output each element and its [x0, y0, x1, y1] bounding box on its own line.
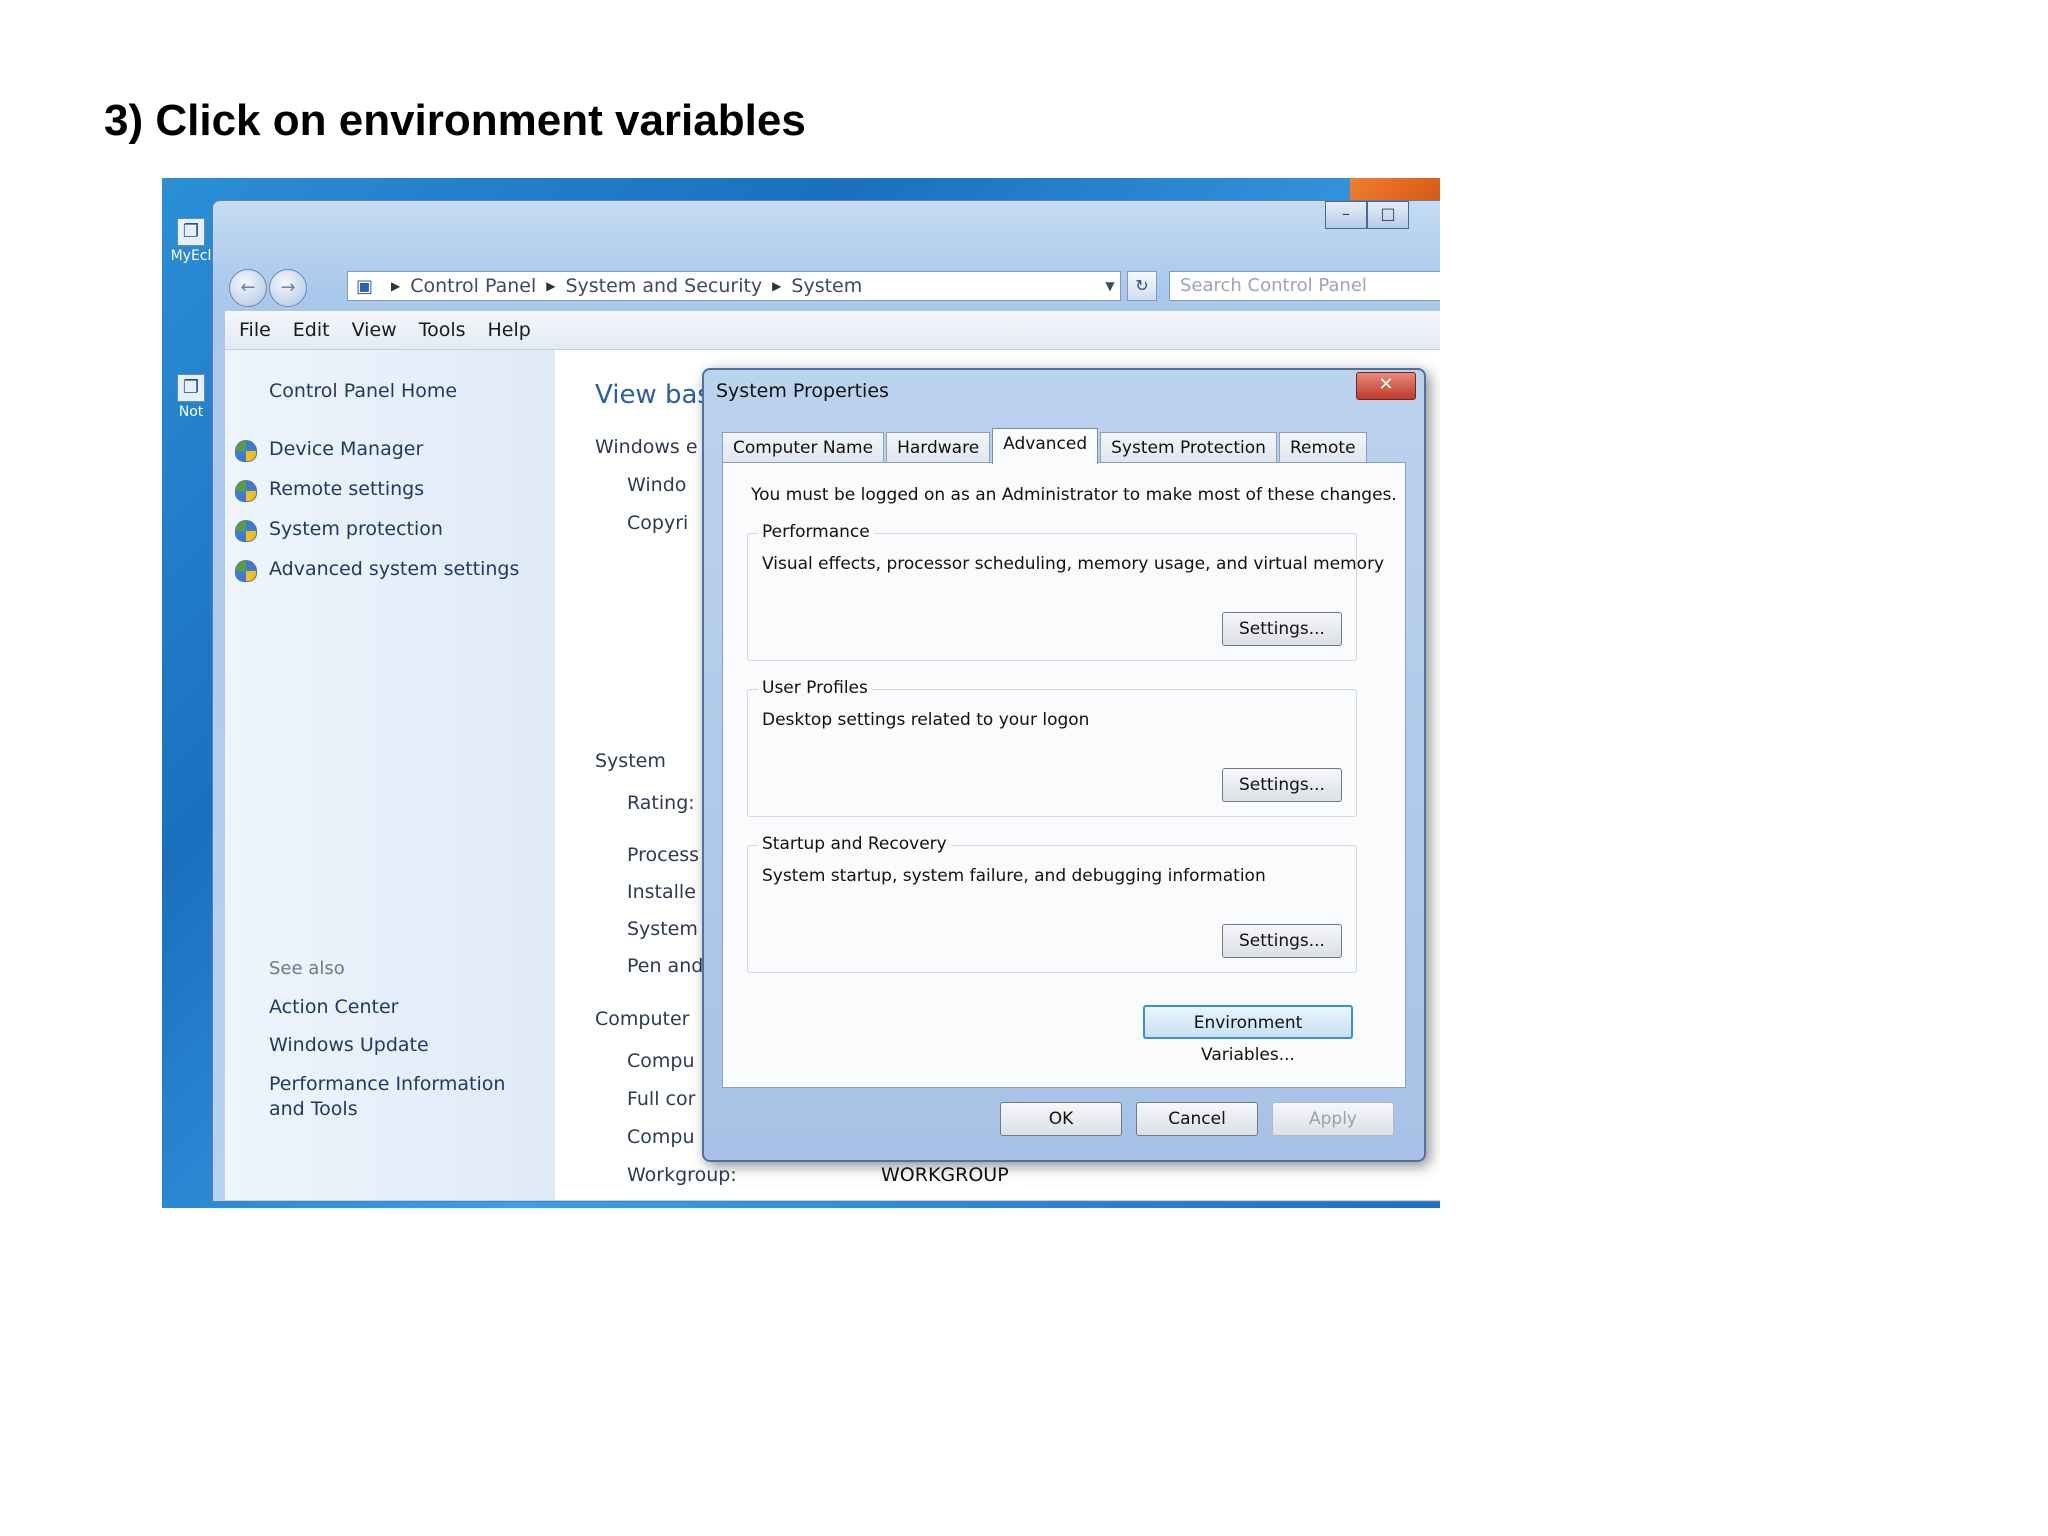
computer-line: Compu [627, 1050, 695, 1072]
minimize-button[interactable]: – [1325, 201, 1367, 229]
page-heading: 3) Click on environment variables [104, 96, 806, 145]
environment-variables-button[interactable]: Environment Variables... [1143, 1005, 1353, 1065]
user-profiles-group: User Profiles Desktop settings related t… [747, 678, 1357, 817]
user-profiles-settings-button[interactable]: Settings... [1222, 768, 1342, 802]
refresh-icon: ↻ [1135, 276, 1149, 295]
cancel-button[interactable]: Cancel [1136, 1102, 1258, 1136]
forward-button[interactable]: → [269, 269, 307, 307]
system-heading: System [595, 750, 666, 772]
shield-icon [235, 440, 257, 462]
shortcut-icon: ❐ [177, 374, 205, 402]
tab-hardware[interactable]: Hardware [886, 432, 991, 464]
back-arrow-icon: ← [240, 277, 256, 298]
main-title: View bas [595, 380, 711, 410]
workgroup-value: WORKGROUP [881, 1164, 1009, 1186]
shield-icon [235, 560, 257, 582]
menu-bar: File Edit View Tools Help [225, 311, 1440, 350]
group-legend: User Profiles [758, 678, 872, 698]
search-input[interactable]: Search Control Panel [1169, 271, 1440, 301]
tab-computer-name[interactable]: Computer Name [722, 432, 885, 464]
task-pane: Control Panel Home Device Manager Remote… [225, 350, 555, 1200]
system-line: System [627, 918, 698, 940]
menu-edit[interactable]: Edit [293, 319, 330, 341]
system-properties-dialog: System Properties ✕ Computer Name Hardwa… [702, 368, 1426, 1162]
menu-view[interactable]: View [352, 319, 397, 341]
performance-settings-button[interactable]: Settings... [1222, 612, 1342, 646]
desktop-icon-label: Not [178, 404, 204, 420]
tab-remote[interactable]: Remote [1278, 432, 1367, 464]
apply-button[interactable]: Apply [1272, 1102, 1394, 1136]
screenshot: ❐ MyEcl ❐ Not – □ ← → ▣ ▶ Control Panel … [162, 178, 1440, 1208]
group-legend: Performance [758, 522, 874, 542]
performance-information-link[interactable]: Performance Information and Tools [269, 1072, 539, 1122]
address-bar[interactable]: ▣ ▶ Control Panel ▶ System and Security … [347, 271, 1121, 301]
system-line: Pen and [627, 955, 704, 977]
computer-heading: Computer [595, 1008, 690, 1030]
tab-strip: Computer Name Hardware Advanced System P… [722, 428, 1369, 464]
performance-group: Performance Visual effects, processor sc… [747, 522, 1384, 661]
system-line: Rating: [627, 792, 695, 814]
shortcut-icon: ❐ [177, 218, 205, 246]
group-legend: Startup and Recovery [758, 834, 951, 854]
refresh-button[interactable]: ↻ [1127, 271, 1157, 301]
shield-icon [235, 520, 257, 542]
dialog-title: System Properties [716, 380, 889, 402]
shield-icon [235, 480, 257, 502]
windows-edition-heading: Windows e [595, 436, 698, 458]
desktop-icon[interactable]: ❐ Not [168, 374, 214, 420]
breadcrumb-separator-icon: ▶ [546, 279, 556, 293]
maximize-button[interactable]: □ [1367, 201, 1409, 229]
startup-recovery-group: Startup and Recovery System startup, sys… [747, 834, 1357, 973]
workgroup-label: Workgroup: [627, 1164, 737, 1186]
computer-line: Full cor [627, 1088, 696, 1110]
tab-advanced[interactable]: Advanced [992, 428, 1099, 464]
breadcrumb-separator-icon: ▶ [772, 279, 782, 293]
menu-tools[interactable]: Tools [419, 319, 466, 341]
action-center-link[interactable]: Action Center [269, 996, 399, 1018]
breadcrumb-item[interactable]: System and Security [565, 275, 762, 297]
menu-file[interactable]: File [239, 319, 271, 341]
group-description: System startup, system failure, and debu… [762, 866, 1266, 886]
ok-button[interactable]: OK [1000, 1102, 1122, 1136]
system-line: Process [627, 844, 700, 866]
breadcrumb-separator-icon: ▶ [391, 279, 401, 293]
system-protection-link[interactable]: System protection [269, 518, 443, 540]
tab-system-protection[interactable]: System Protection [1100, 432, 1277, 464]
admin-note: You must be logged on as an Administrato… [751, 485, 1397, 505]
remote-settings-link[interactable]: Remote settings [269, 478, 424, 500]
edition-line: Copyri [627, 512, 689, 534]
chevron-down-icon[interactable]: ▼ [1100, 279, 1120, 293]
forward-arrow-icon: → [280, 277, 296, 298]
breadcrumb-item[interactable]: System [791, 275, 862, 297]
startup-recovery-settings-button[interactable]: Settings... [1222, 924, 1342, 958]
control-panel-icon: ▣ [356, 275, 374, 297]
edition-line: Windo [627, 474, 687, 496]
desktop-icon[interactable]: ❐ MyEcl [168, 218, 214, 264]
close-icon: ✕ [1378, 374, 1394, 395]
windows-update-link[interactable]: Windows Update [269, 1034, 429, 1056]
menu-help[interactable]: Help [488, 319, 531, 341]
computer-line: Compu [627, 1126, 695, 1148]
system-line: Installe [627, 881, 696, 903]
see-also-label: See also [269, 958, 345, 979]
advanced-tab-panel: You must be logged on as an Administrato… [722, 462, 1406, 1088]
device-manager-link[interactable]: Device Manager [269, 438, 423, 460]
control-panel-home-link[interactable]: Control Panel Home [269, 380, 457, 402]
desktop-icon-label: MyEcl [170, 248, 212, 264]
group-description: Visual effects, processor scheduling, me… [762, 554, 1385, 574]
close-button[interactable]: ✕ [1356, 372, 1416, 400]
breadcrumb-item[interactable]: Control Panel [410, 275, 536, 297]
back-button[interactable]: ← [229, 269, 267, 307]
group-description: Desktop settings related to your logon [762, 710, 1090, 730]
advanced-system-settings-link[interactable]: Advanced system settings [269, 558, 519, 580]
